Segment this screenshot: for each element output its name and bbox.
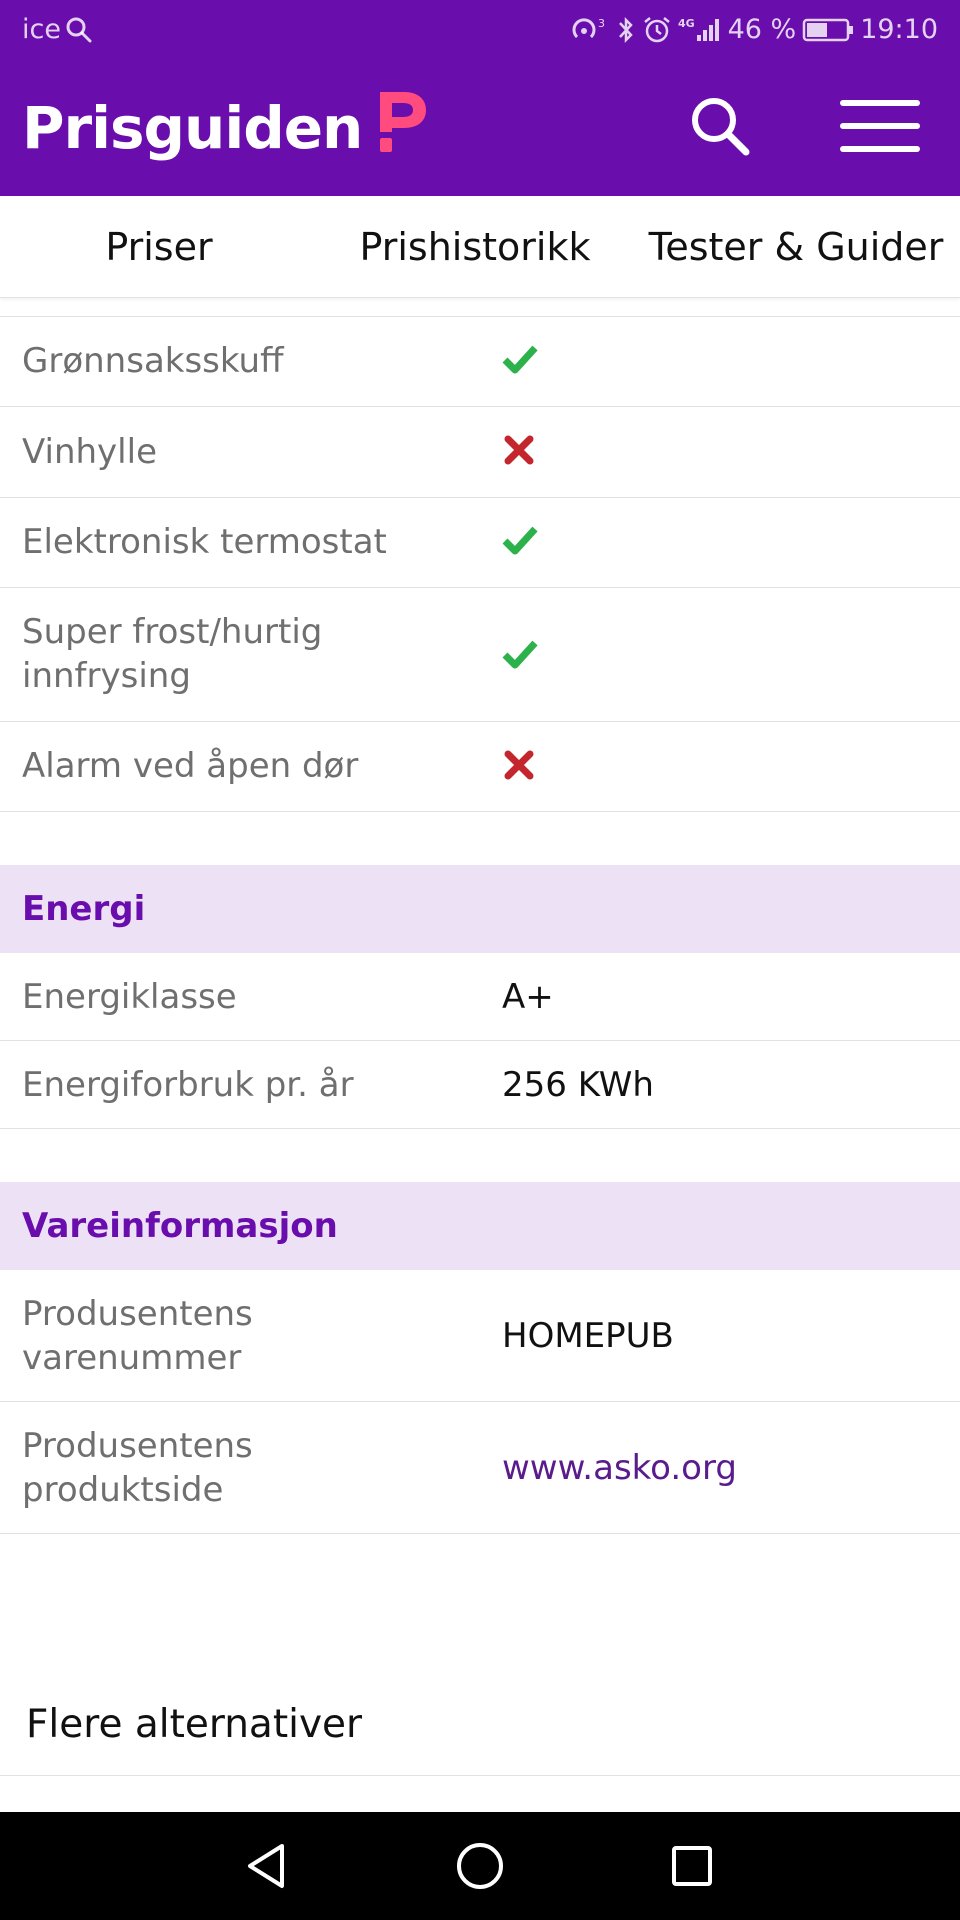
bluetooth-icon xyxy=(616,15,636,45)
status-right: 3 4G 46 % 19:10 xyxy=(570,14,938,45)
spec-label: Elektronisk termostat xyxy=(22,522,387,562)
manufacturer-link[interactable]: www.asko.org xyxy=(502,1446,737,1490)
system-nav-bar xyxy=(0,1812,960,1920)
spec-label: Energiklasse xyxy=(22,977,237,1017)
check-icon xyxy=(502,341,538,381)
search-icon xyxy=(692,98,750,156)
spec-label: Vinhylle xyxy=(22,432,157,472)
row-divider-top xyxy=(0,298,960,317)
nav-home-button[interactable] xyxy=(450,1836,510,1896)
svg-text:3: 3 xyxy=(598,17,605,30)
spec-row: Grønnsaksskuff xyxy=(0,317,960,407)
spec-label: Super frost/hurtig innfrysing xyxy=(22,612,323,696)
back-triangle-icon xyxy=(248,1844,284,1888)
tab-prishistorikk[interactable]: Prishistorikk xyxy=(318,196,632,298)
spec-value: 256 KWh xyxy=(502,1065,654,1105)
hamburger-menu-icon xyxy=(840,100,920,152)
battery-icon xyxy=(802,16,854,44)
battery-percent: 46 % xyxy=(727,14,797,45)
top-bar: ice 3 4G 46 % 19:10 Prisguiden xyxy=(0,0,960,196)
spec-row: Elektronisk termostat xyxy=(0,498,960,588)
prisguiden-logo[interactable]: Prisguiden xyxy=(22,92,430,164)
spec-row: Alarm ved åpen dør xyxy=(0,722,960,812)
clock-time: 19:10 xyxy=(860,14,938,45)
spec-row: Energiforbruk pr. år 256 KWh xyxy=(0,1041,960,1129)
section-title: Energi xyxy=(22,889,146,929)
status-bar: ice 3 4G 46 % 19:10 xyxy=(0,0,960,62)
spec-label: Produsentens produktside xyxy=(22,1426,253,1510)
section-header-vareinformasjon: Vareinformasjon xyxy=(0,1182,960,1270)
check-icon xyxy=(502,636,538,676)
check-icon xyxy=(502,522,538,562)
search-status-icon xyxy=(65,16,93,44)
status-left: ice xyxy=(22,14,93,45)
cross-icon xyxy=(502,433,536,471)
logo-p-mark-icon xyxy=(376,88,430,160)
spec-label: Grønnsaksskuff xyxy=(22,341,284,381)
logo-text: Prisguiden xyxy=(22,94,363,162)
spec-row: Energiklasse A+ xyxy=(0,953,960,1041)
hotspot-icon: 3 xyxy=(570,15,610,45)
more-options-label: Flere alternativer xyxy=(26,1702,363,1747)
nav-recents-button[interactable] xyxy=(662,1836,722,1896)
tab-bar: Priser Prishistorikk Tester & Guider xyxy=(0,196,960,298)
spec-label: Energiforbruk pr. år xyxy=(22,1065,354,1105)
section-header-energi: Energi xyxy=(0,865,960,953)
spec-value: A+ xyxy=(502,977,554,1017)
spec-value: HOMEPUB xyxy=(502,1316,674,1356)
spec-label: Alarm ved åpen dør xyxy=(22,746,359,786)
home-circle-icon xyxy=(457,1843,503,1889)
carrier-label: ice xyxy=(22,14,61,45)
svg-text:4G: 4G xyxy=(678,17,695,30)
tab-tester-guider[interactable]: Tester & Guider xyxy=(632,196,960,298)
menu-button[interactable] xyxy=(838,96,922,156)
spec-row: Super frost/hurtig innfrysing xyxy=(0,588,960,722)
nav-back-button[interactable] xyxy=(236,1836,296,1896)
alarm-clock-icon xyxy=(642,15,672,45)
spec-row: Vinhylle xyxy=(0,407,960,498)
cross-icon xyxy=(502,748,536,786)
search-button[interactable] xyxy=(684,90,756,162)
tab-priser[interactable]: Priser xyxy=(0,196,318,298)
spec-row: Produsentens produktside www.asko.org xyxy=(0,1402,960,1534)
spec-label: Produsentens varenummer xyxy=(22,1294,253,1378)
section-title: Vareinformasjon xyxy=(22,1206,338,1246)
spec-row: Produsentens varenummer HOMEPUB xyxy=(0,1270,960,1402)
app-bar: Prisguiden xyxy=(0,62,960,196)
page: ice 3 4G 46 % 19:10 Prisguiden Priser Pr… xyxy=(0,0,960,1920)
more-options-row[interactable]: Flere alternativer xyxy=(0,1670,960,1776)
recents-square-icon xyxy=(672,1846,712,1886)
signal-icon: 4G xyxy=(678,15,722,45)
